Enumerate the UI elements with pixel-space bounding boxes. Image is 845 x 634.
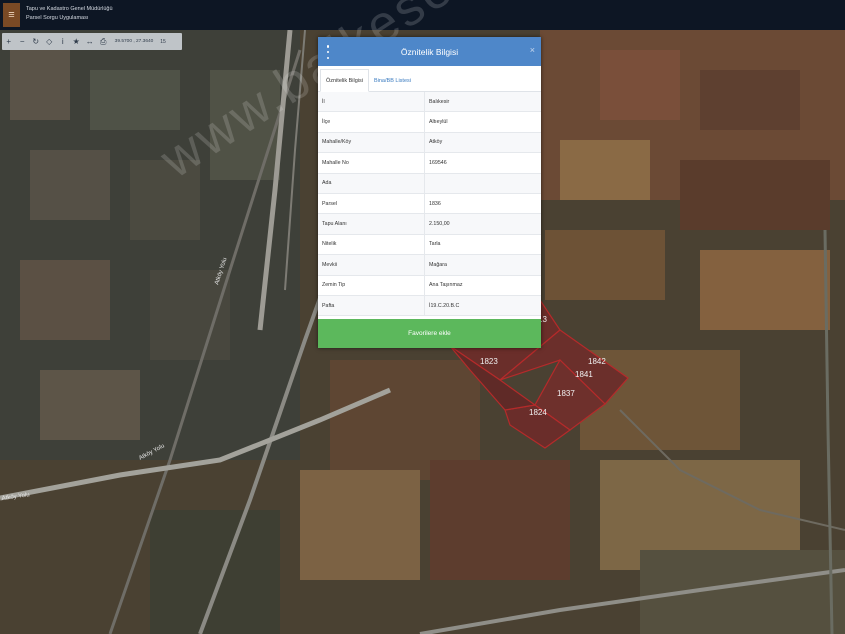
- table-row: İlçe Altıeylül: [318, 111, 541, 133]
- parcel-label[interactable]: 1823: [480, 357, 498, 366]
- attribute-key: Mahalle/Köy: [318, 132, 425, 154]
- table-row: Mahalle/Köy Atköy: [318, 132, 541, 154]
- attribute-key: Zemin Tip: [318, 275, 425, 296]
- table-row: Mahalle No 169546: [318, 152, 541, 174]
- panel-header: Öznitelik Bilgisi ×: [318, 37, 541, 66]
- table-row: Ada: [318, 173, 541, 194]
- app-name: Parsel Sorgu Uygulaması: [26, 15, 89, 21]
- attribute-key: Parsel: [318, 193, 425, 215]
- print-icon[interactable]: ⎙: [97, 33, 111, 50]
- measure-icon[interactable]: ↔: [83, 33, 97, 50]
- attribute-value: Atköy: [424, 132, 541, 154]
- table-row: Zemin Tip Ana Taşınmaz: [318, 275, 541, 296]
- zoom-out-icon[interactable]: −: [16, 33, 30, 50]
- tab-attribute-info[interactable]: Öznitelik Bilgisi: [320, 69, 369, 92]
- locate-icon[interactable]: ◇: [43, 33, 57, 50]
- info-icon[interactable]: i: [56, 33, 70, 50]
- app-title: Tapu ve Kadastro Genel Müdürlüğü Parsel …: [26, 5, 113, 23]
- add-to-favorites-button[interactable]: Favorilere ekle: [318, 319, 541, 348]
- app-header: ≡ Tapu ve Kadastro Genel Müdürlüğü Parse…: [0, 0, 845, 30]
- attribute-info-panel: Öznitelik Bilgisi × Öznitelik Bilgisi Bi…: [318, 37, 541, 348]
- panel-title: Öznitelik Bilgisi: [400, 46, 459, 57]
- attribute-key: Mevkii: [318, 254, 425, 276]
- attribute-key: İlçe: [318, 111, 425, 133]
- refresh-icon[interactable]: ↻: [29, 33, 43, 50]
- attribute-value: Tarla: [424, 234, 541, 256]
- coordinate-readout: 39.5700 , 27.3640: [114, 39, 154, 44]
- attribute-value: 1836: [424, 193, 541, 215]
- attribute-value: Ana Taşınmaz: [424, 275, 541, 296]
- org-name: Tapu ve Kadastro Genel Müdürlüğü: [26, 6, 113, 12]
- attribute-value: Balıkesir: [424, 92, 541, 113]
- table-row: Nitelik Tarla: [318, 234, 541, 256]
- parcel-label[interactable]: 1841: [575, 370, 593, 379]
- table-row: İl Balıkesir: [318, 92, 541, 113]
- kebab-menu-icon[interactable]: [326, 45, 330, 59]
- zoom-in-icon[interactable]: +: [2, 33, 16, 50]
- zoom-level: 15: [160, 38, 166, 45]
- attribute-value: 169546: [424, 152, 541, 174]
- hamburger-menu-icon[interactable]: ≡: [3, 3, 20, 27]
- parcel-label[interactable]: 1824: [529, 408, 547, 417]
- table-row: Pafta İ19.C.20.B.C: [318, 295, 541, 317]
- attribute-key: Tapu Alanı: [318, 213, 425, 235]
- table-row: Parsel 1836: [318, 193, 541, 215]
- attribute-key: Nitelik: [318, 234, 425, 256]
- panel-tabs: Öznitelik Bilgisi Bina/BB Listesi: [318, 66, 541, 92]
- attribute-value: 2.150,00: [424, 213, 541, 235]
- tab-building-list[interactable]: Bina/BB Listesi: [369, 70, 416, 91]
- attribute-key: İl: [318, 92, 425, 113]
- attribute-key: Mahalle No: [318, 152, 425, 174]
- parcel-label[interactable]: 1842: [588, 357, 606, 366]
- close-icon[interactable]: ×: [530, 45, 535, 55]
- parcel-label[interactable]: 1837: [557, 389, 575, 398]
- attribute-table: İl Balıkesir İlçe Altıeylül Mahalle/Köy Atköy…: [318, 92, 541, 317]
- attribute-key: Ada: [318, 173, 425, 194]
- attribute-key: Pafta: [318, 295, 425, 317]
- star-icon[interactable]: ★: [70, 33, 84, 50]
- attribute-value: İ19.C.20.B.C: [424, 295, 541, 317]
- attribute-value: [424, 173, 541, 194]
- attribute-value: Altıeylül: [424, 111, 541, 133]
- map-toolbar: + − ↻ ◇ i ★ ↔ ⎙ 39.5700 , 27.3640 15: [2, 33, 182, 50]
- table-row: Tapu Alanı 2.150,00: [318, 213, 541, 235]
- attribute-value: Mağara: [424, 254, 541, 276]
- table-row: Mevkii Mağara: [318, 254, 541, 276]
